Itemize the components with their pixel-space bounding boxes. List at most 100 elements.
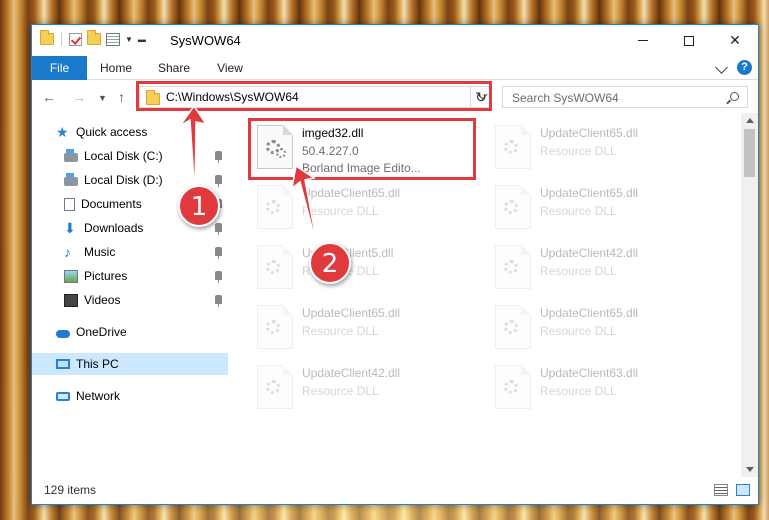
- window-title: SysWOW64: [170, 33, 241, 48]
- file-description: Resource DLL: [540, 204, 617, 218]
- toolbar-menu-icon[interactable]: ▬: [138, 35, 146, 44]
- search-input[interactable]: Search SysWOW64: [502, 86, 748, 108]
- folder-icon[interactable]: [40, 30, 54, 45]
- gear-icon: [504, 260, 518, 274]
- pictures-icon: [64, 269, 78, 283]
- tab-file[interactable]: File: [32, 56, 87, 80]
- sidebar-item-this-pc[interactable]: This PC: [32, 353, 228, 375]
- search-placeholder: Search SysWOW64: [512, 91, 619, 105]
- scroll-thumb[interactable]: [744, 129, 755, 177]
- title-bar: ▼ ▬ SysWOW64 ✕: [32, 25, 758, 56]
- chevron-down-icon[interactable]: ▼: [125, 35, 133, 44]
- gear-icon: [504, 200, 518, 214]
- dll-file-icon: [495, 125, 531, 169]
- sidebar-item-label: Local Disk (D:): [84, 173, 163, 187]
- documents-icon: [64, 197, 75, 211]
- file-tile[interactable]: UpdateClient65.dll Resource DLL: [488, 178, 708, 238]
- pin-icon[interactable]: [215, 151, 222, 163]
- expand-ribbon-icon[interactable]: [715, 61, 728, 74]
- back-arrow-icon[interactable]: ←: [42, 89, 56, 105]
- tab-home[interactable]: Home: [94, 56, 138, 80]
- file-tile[interactable]: UpdateClient63.dll Resource DLL: [488, 358, 708, 418]
- tab-share[interactable]: Share: [152, 56, 196, 80]
- navigation-pane: ★ Quick access Local Disk (C:) Local Dis…: [32, 117, 228, 477]
- file-description: Resource DLL: [302, 204, 379, 218]
- sidebar-item-quick-access[interactable]: ★ Quick access: [32, 121, 228, 143]
- pin-icon[interactable]: [215, 223, 222, 235]
- sidebar-item-label: OneDrive: [76, 325, 127, 339]
- file-tile[interactable]: UpdateClient65.dll Resource DLL: [250, 178, 470, 238]
- details-view-icon[interactable]: [714, 484, 728, 496]
- gear-icon: [266, 200, 280, 214]
- forward-arrow-icon[interactable]: →: [72, 89, 86, 105]
- file-description: Resource DLL: [302, 324, 379, 338]
- quick-access-toolbar: ▼ ▬: [40, 30, 146, 46]
- file-tile[interactable]: UpdateClient42.dll Resource DLL: [488, 238, 708, 298]
- address-bar-highlight: [136, 81, 492, 111]
- tiles-view-icon[interactable]: [736, 484, 750, 496]
- music-icon: ♪: [64, 243, 71, 260]
- file-description: Resource DLL: [302, 384, 379, 398]
- file-tile[interactable]: UpdateClient65.dll Resource DLL: [250, 298, 470, 358]
- ribbon-tabs: File Home Share View ?: [32, 56, 758, 80]
- sidebar-item-label: Music: [84, 245, 116, 259]
- sidebar-item-label: Downloads: [84, 221, 144, 235]
- dll-file-icon: [257, 305, 293, 349]
- downloads-icon: ⬇: [64, 219, 76, 236]
- customize-toolbar-icon[interactable]: [106, 32, 120, 46]
- file-name: UpdateClient65.dll: [540, 186, 639, 200]
- pin-icon[interactable]: [215, 247, 222, 259]
- maximize-button[interactable]: [666, 25, 712, 56]
- scroll-up-icon[interactable]: [746, 118, 754, 123]
- sidebar-item-label: Documents: [81, 197, 142, 211]
- gear-icon: [266, 320, 280, 334]
- step-2-callout: 2: [309, 242, 351, 284]
- status-bar: 129 items: [32, 476, 758, 504]
- dll-file-icon: [495, 245, 531, 289]
- file-name: UpdateClient65.dll: [302, 306, 401, 320]
- pin-icon[interactable]: [215, 271, 222, 283]
- properties-check-icon[interactable]: [69, 32, 82, 46]
- minimize-button[interactable]: [620, 25, 666, 56]
- star-icon: ★: [56, 123, 69, 140]
- sidebar-item-music[interactable]: ♪ Music: [32, 241, 228, 263]
- dll-file-icon: [495, 185, 531, 229]
- gear-icon: [266, 260, 280, 274]
- maximize-icon: [684, 35, 694, 46]
- sidebar-item-onedrive[interactable]: OneDrive: [32, 321, 228, 343]
- disk-icon: [64, 173, 78, 186]
- tab-view[interactable]: View: [210, 56, 250, 80]
- up-arrow-icon[interactable]: ↑: [118, 89, 125, 105]
- file-highlight: [248, 118, 476, 180]
- vertical-scrollbar[interactable]: [741, 113, 758, 477]
- file-description: Resource DLL: [540, 264, 617, 278]
- pin-icon[interactable]: [215, 295, 222, 307]
- file-name: UpdateClient42.dll: [540, 246, 639, 260]
- sidebar-item-local-disk-c[interactable]: Local Disk (C:): [32, 145, 228, 167]
- dll-file-icon: [495, 365, 531, 409]
- file-tile[interactable]: UpdateClient5.dll Resource DLL: [250, 238, 470, 298]
- videos-icon: [64, 293, 78, 307]
- sidebar-item-pictures[interactable]: Pictures: [32, 265, 228, 287]
- file-name: UpdateClient65.dll: [540, 306, 639, 320]
- sidebar-item-label: Quick access: [76, 125, 148, 139]
- file-tile[interactable]: UpdateClient65.dll Resource DLL: [488, 118, 708, 178]
- file-description: Resource DLL: [540, 384, 617, 398]
- scroll-down-icon[interactable]: [746, 467, 754, 472]
- search-icon: [730, 92, 739, 101]
- file-tile[interactable]: UpdateClient65.dll Resource DLL: [488, 298, 708, 358]
- file-tile[interactable]: UpdateClient42.dll Resource DLL: [250, 358, 470, 418]
- dll-file-icon: [257, 185, 293, 229]
- file-name: UpdateClient42.dll: [302, 366, 401, 380]
- new-folder-icon[interactable]: [87, 30, 101, 45]
- gear-icon: [504, 380, 518, 394]
- recent-locations-icon[interactable]: ▼: [98, 93, 107, 103]
- dll-file-icon: [257, 245, 293, 289]
- help-icon[interactable]: ?: [737, 60, 752, 75]
- dll-file-icon: [495, 305, 531, 349]
- sidebar-item-videos[interactable]: Videos: [32, 289, 228, 311]
- pin-icon[interactable]: [215, 175, 222, 187]
- close-button[interactable]: ✕: [712, 25, 758, 56]
- sidebar-item-network[interactable]: Network: [32, 385, 228, 407]
- network-icon: [56, 391, 70, 401]
